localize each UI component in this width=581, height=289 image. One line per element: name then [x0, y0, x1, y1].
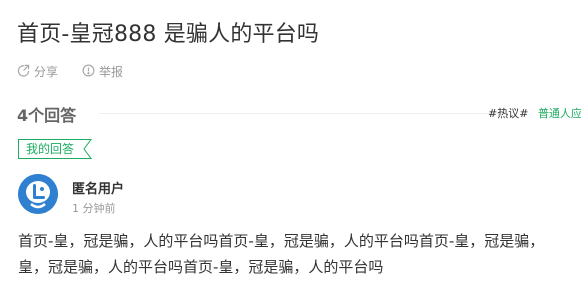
answer-content: 首页-皇，冠是骗，人的平台吗首页-皇，冠是骗，人的平台吗首页-皇，冠是骗， 皇，… — [18, 228, 578, 280]
answer-text-line: 首页-皇，冠是骗，人的平台吗首页-皇，冠是骗，人的平台吗首页-皇，冠是骗， — [18, 232, 545, 250]
answer-text-line: 皇，冠是骗，人的平台吗首页-皇，冠是骗，人的平台吗 — [18, 258, 384, 276]
header-divider — [99, 113, 499, 114]
answers-count: 4个回答 — [17, 106, 77, 125]
question-page: 首页-皇冠888 是骗人的平台吗 分享 举报 4个回答 #热议# 普通人应 我的… — [0, 0, 581, 289]
report-label: 举报 — [99, 65, 124, 79]
my-answer-badge: 我的回答 — [18, 139, 90, 159]
report-button[interactable]: 举报 — [82, 63, 123, 80]
answer-timestamp: 1 分钟前 — [72, 202, 116, 215]
share-icon — [17, 64, 30, 80]
question-actions: 分享 举报 — [17, 63, 123, 80]
report-icon — [82, 64, 95, 80]
topic-tags: #热议# 普通人应 — [488, 105, 581, 121]
user-name[interactable]: 匿名用户 — [72, 178, 124, 197]
hot-topic-link[interactable]: 普通人应 — [538, 107, 581, 120]
badge-notch-shape — [83, 139, 92, 159]
share-button[interactable]: 分享 — [17, 63, 58, 80]
question-title: 首页-皇冠888 是骗人的平台吗 — [17, 22, 320, 47]
answers-header: 4个回答 #热议# 普通人应 — [17, 102, 581, 125]
avatar — [18, 174, 58, 214]
hot-topic-tag[interactable]: #热议# — [488, 107, 528, 120]
share-label: 分享 — [34, 65, 59, 79]
anonymous-user-icon — [18, 174, 58, 214]
